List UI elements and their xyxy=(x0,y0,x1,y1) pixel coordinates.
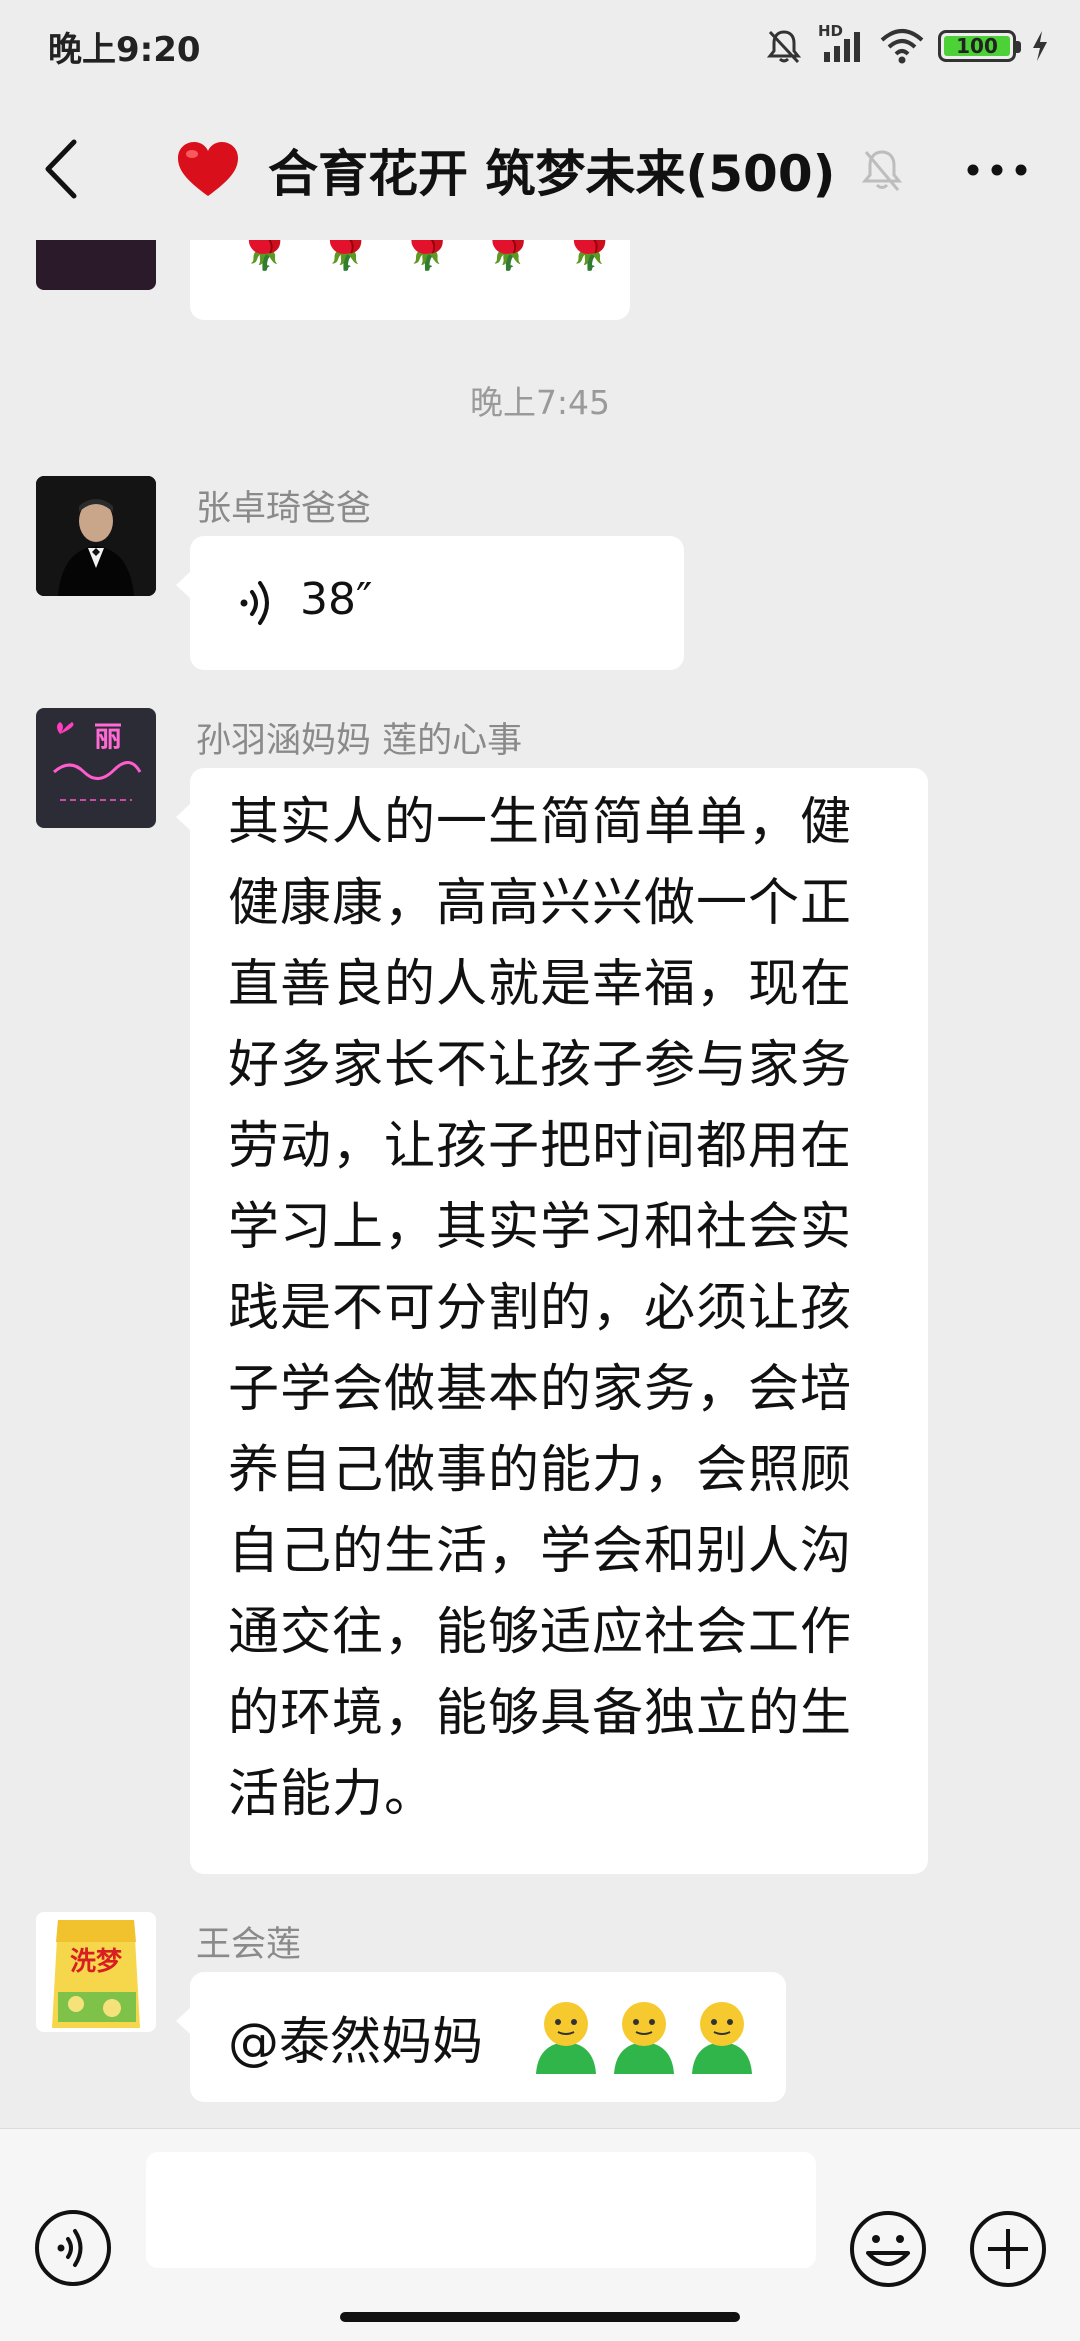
person-emoji-icon xyxy=(614,2002,674,2074)
emoji-icon[interactable] xyxy=(848,2209,928,2289)
person-emoji-icon xyxy=(536,2002,596,2074)
voice-message-bubble[interactable]: 38″ xyxy=(190,536,684,670)
person-emoji-icon xyxy=(692,2002,752,2074)
battery-icon: 100 xyxy=(938,30,1021,62)
message-input[interactable] xyxy=(146,2152,816,2268)
avatar[interactable]: 洗梦 xyxy=(36,1912,156,2032)
text-message-bubble[interactable]: 其实人的一生简简单单，健 健康康，高高兴兴做一个正 直善良的人就是幸福，现在 好… xyxy=(190,768,928,1874)
back-icon[interactable] xyxy=(34,134,94,204)
sender-name: 张卓琦爸爸 xyxy=(196,489,372,529)
sender-name: 孙羽涵妈妈 莲的心事 xyxy=(196,721,523,761)
emoji-row xyxy=(530,1998,758,2074)
mention-text: @泰然妈妈 xyxy=(228,2013,484,2072)
text-message-bubble[interactable]: @泰然妈妈 xyxy=(190,1972,786,2102)
bell-muted-icon xyxy=(861,150,903,191)
more-icon[interactable] xyxy=(962,150,1032,190)
status-time: 晚上9:20 xyxy=(48,30,201,70)
sender-name: 王会莲 xyxy=(196,1925,302,1965)
avatar[interactable]: 丽 xyxy=(36,708,156,828)
heart-icon xyxy=(178,142,238,196)
status-bar: 晚上9:20 HD 100 xyxy=(0,0,1080,90)
chat-area[interactable]: 🌹 🌹 🌹 🌹 🌹 晚上7:45 张卓琦爸爸 38″ 丽 孙羽涵妈妈 莲的心事 … xyxy=(0,240,1080,2128)
message-timestamp: 晚上7:45 xyxy=(469,383,611,422)
battery-text: 100 xyxy=(956,34,998,58)
signal-icon: HD xyxy=(818,22,866,66)
svg-text:洗梦: 洗梦 xyxy=(70,1947,123,1977)
svg-text:丽: 丽 xyxy=(94,720,122,753)
message-text: 其实人的一生简简单单，健 健康康，高高兴兴做一个正 直善良的人就是幸福，现在 好… xyxy=(228,793,853,1824)
charging-icon xyxy=(1033,31,1047,61)
nav-bar: 合育花开 筑梦未来(500) xyxy=(0,90,1080,240)
roses-emoji: 🌹 🌹 🌹 🌹 🌹 xyxy=(232,240,622,273)
man-in-suit-avatar xyxy=(36,476,156,596)
avatar[interactable] xyxy=(36,476,156,596)
avatar[interactable] xyxy=(36,240,156,290)
home-indicator[interactable] xyxy=(340,2312,740,2322)
neon-sign-avatar: 丽 xyxy=(36,708,156,828)
chat-title: 合育花开 筑梦未来(500) xyxy=(268,145,836,203)
plus-icon[interactable] xyxy=(968,2209,1048,2289)
rice-bag-avatar: 洗梦 xyxy=(36,1912,156,2032)
voice-duration: 38″ xyxy=(300,574,373,625)
status-icons: HD 100 xyxy=(764,22,1050,68)
message-bubble[interactable]: 🌹 🌹 🌹 🌹 🌹 xyxy=(190,240,630,320)
chat-title-wrap[interactable]: 合育花开 筑梦未来(500) xyxy=(176,130,835,210)
voice-wave-icon xyxy=(240,581,269,625)
wifi-icon xyxy=(880,29,924,64)
voice-input-icon[interactable] xyxy=(34,2209,112,2287)
mute-icon xyxy=(766,30,802,64)
